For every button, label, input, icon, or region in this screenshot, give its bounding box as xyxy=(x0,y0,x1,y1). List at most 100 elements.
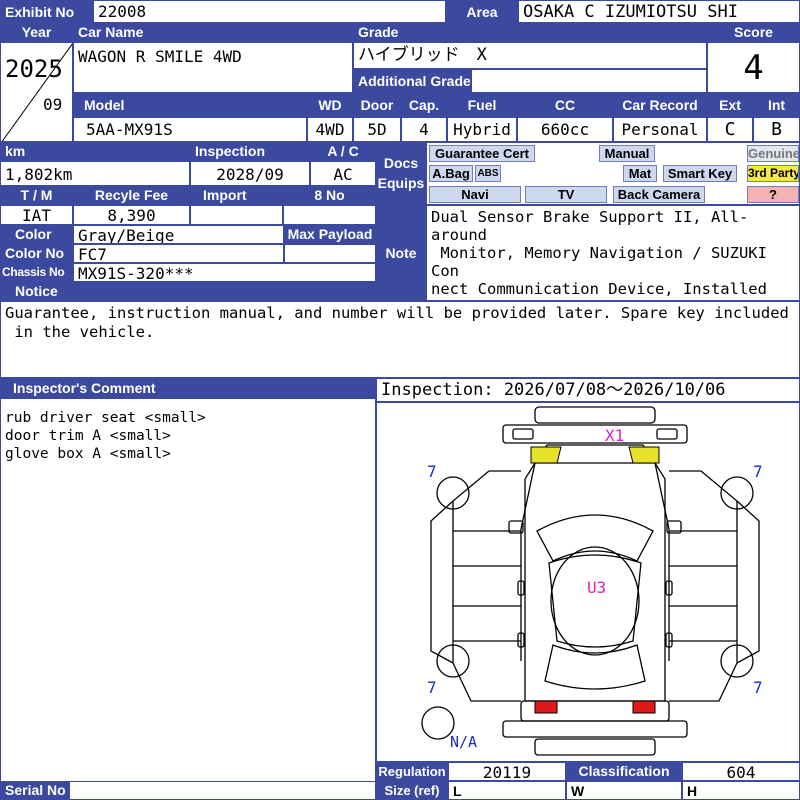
note-value: Dual Sensor Brake Support II, All-around… xyxy=(426,205,800,301)
fuel-value: Hybrid xyxy=(447,117,517,142)
area-label: Area xyxy=(446,0,518,23)
model-label: Model xyxy=(73,93,307,117)
guarantee-cert-badge: Guarantee Cert xyxy=(429,145,535,162)
car-outline: X1 U3 7 7 7 7 N/A xyxy=(421,406,763,756)
km-value: 1,802km xyxy=(0,161,190,186)
month-value: 09 xyxy=(43,95,63,114)
tire-depth-rear-right: 7 xyxy=(753,678,763,697)
score-value: 4 xyxy=(707,42,800,93)
damage-diagram: X1 U3 7 7 7 7 N/A xyxy=(376,402,800,762)
year-label: Year xyxy=(0,23,73,42)
third-party-badge: 3rd Party xyxy=(747,165,799,182)
inspection-period: Inspection: 2026/07/08〜2026/10/06 xyxy=(376,378,800,402)
wd-value: 4WD xyxy=(307,117,353,142)
int-value: B xyxy=(753,117,800,142)
max-payload-label: Max Payload xyxy=(284,225,376,244)
docs-equips-label: Docs Equips xyxy=(376,142,426,205)
eight-no-label: 8 No xyxy=(283,186,376,205)
color-label: Color xyxy=(0,225,73,244)
tire-depth-front-right: 7 xyxy=(753,462,763,481)
tv-badge: TV xyxy=(525,186,607,203)
max-payload-value xyxy=(284,244,376,263)
inspectors-comment-label: Inspector's Comment xyxy=(0,378,376,398)
note-label: Note xyxy=(376,205,426,301)
inspection-value: 2028/09 xyxy=(190,161,310,186)
ext-value: C xyxy=(707,117,753,142)
score-label: Score xyxy=(707,23,800,42)
navi-badge: Navi xyxy=(429,186,521,203)
year-cell: 2025 09 xyxy=(0,42,73,142)
wd-label: WD xyxy=(307,93,353,117)
serial-no-label: Serial No xyxy=(0,781,69,800)
ac-label: A / C xyxy=(310,142,376,161)
grade-label: Grade xyxy=(353,23,707,42)
color-no-value: FC7 xyxy=(73,244,284,263)
regulation-label: Regulation xyxy=(376,762,448,781)
chassis-no-label: Chassis No xyxy=(0,263,73,282)
car-name-value: WAGON R SMILE 4WD xyxy=(73,42,353,93)
damage-marker-right xyxy=(628,446,660,464)
door-value: 5D xyxy=(353,117,401,142)
classification-value: 604 xyxy=(682,762,800,781)
damage-marker-left xyxy=(530,446,562,464)
abs-badge: ABS xyxy=(475,165,501,182)
spare-tire-label: N/A xyxy=(450,733,477,751)
eight-no-value xyxy=(283,205,376,225)
inspectors-comment-value: rub driver seat <small> door trim A <sma… xyxy=(0,398,376,800)
manual-badge: Manual xyxy=(599,145,655,162)
tm-label: T / M xyxy=(0,186,73,205)
color-no-label: Color No xyxy=(0,244,73,263)
back-camera-badge: Back Camera xyxy=(613,186,705,203)
inspection-label: Inspection xyxy=(190,142,310,161)
area-value: OSAKA C IZUMIOTSU SHI xyxy=(518,0,800,23)
u3-label: U3 xyxy=(587,578,606,597)
cap-label: Cap. xyxy=(401,93,447,117)
taillight-left xyxy=(534,700,558,714)
smart-key-badge: Smart Key xyxy=(663,165,737,182)
import-label: Import xyxy=(190,186,283,205)
notice-value: Guarantee, instruction manual, and numbe… xyxy=(0,301,800,378)
door-label: Door xyxy=(353,93,401,117)
equips-panel: Guarantee Cert Manual Genuine A.Bag ABS … xyxy=(426,142,800,205)
km-label: km xyxy=(0,142,190,161)
grade-value: ハイブリッド X xyxy=(353,42,707,69)
model-value: 5AA-MX91S xyxy=(73,117,307,142)
color-value: Gray/Beige xyxy=(73,225,284,244)
unknown-badge: ? xyxy=(747,186,799,203)
size-w: W xyxy=(566,781,682,800)
genuine-badge: Genuine xyxy=(747,145,799,162)
classification-label: Classification xyxy=(566,762,682,781)
x1-label: X1 xyxy=(605,426,624,445)
cc-label: CC xyxy=(517,93,613,117)
taillight-right xyxy=(632,700,656,714)
ac-value: AC xyxy=(310,161,376,186)
tm-value: IAT xyxy=(0,205,73,225)
exhibit-no-label: Exhibit No xyxy=(0,0,93,23)
import-value xyxy=(190,205,283,225)
additional-grade-label: Additional Grade xyxy=(353,69,471,93)
ext-label: Ext xyxy=(707,93,753,117)
car-record-value: Personal xyxy=(613,117,707,142)
cap-value: 4 xyxy=(401,117,447,142)
car-name-label: Car Name xyxy=(73,23,353,42)
chassis-no-value: MX91S-320*** xyxy=(73,263,376,282)
serial-no-value xyxy=(69,781,376,800)
tire-depth-rear-left: 7 xyxy=(427,678,437,697)
exhibit-no-value: 22008 xyxy=(93,0,446,23)
size-l: L xyxy=(448,781,566,800)
size-ref-label: Size (ref) xyxy=(376,781,448,800)
notice-label: Notice xyxy=(0,282,376,301)
additional-grade-value xyxy=(471,69,707,93)
size-h: H xyxy=(682,781,800,800)
car-record-label: Car Record xyxy=(613,93,707,117)
year-value: 2025 xyxy=(5,55,63,83)
recycle-fee-label: Recyle Fee xyxy=(73,186,190,205)
fuel-label: Fuel xyxy=(447,93,517,117)
regulation-value: 20119 xyxy=(448,762,566,781)
abag-badge: A.Bag xyxy=(429,165,473,182)
cc-value: 660cc xyxy=(517,117,613,142)
recycle-fee-value: 8,390 xyxy=(73,205,190,225)
mat-badge: Mat xyxy=(623,165,657,182)
tire-depth-front-left: 7 xyxy=(427,462,437,481)
int-label: Int xyxy=(753,93,800,117)
